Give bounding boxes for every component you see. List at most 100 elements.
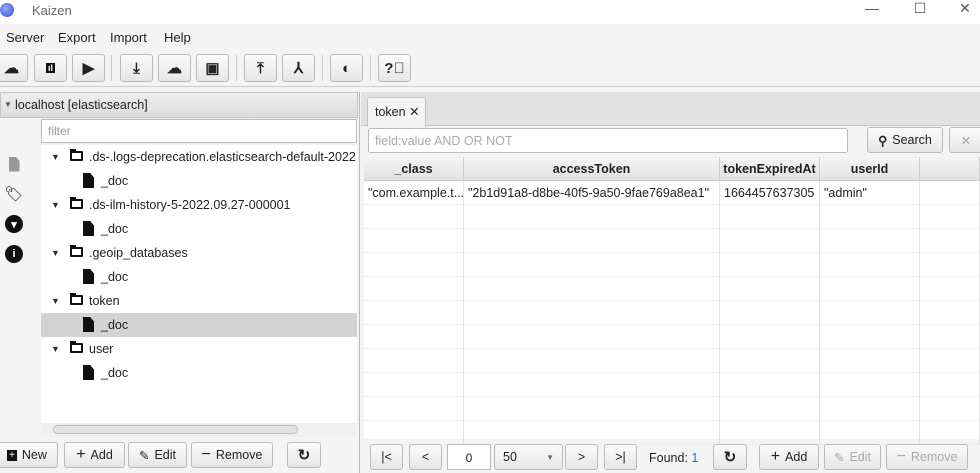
empty-table-row[interactable] bbox=[364, 301, 980, 325]
document-icon[interactable] bbox=[4, 154, 24, 174]
tree-item-index[interactable]: ▼ .ds-ilm-history-5-2022.09.27-000001 bbox=[41, 193, 357, 217]
run-button[interactable]: ▶ bbox=[72, 54, 105, 82]
table-cell bbox=[720, 397, 820, 421]
empty-table-row[interactable] bbox=[364, 205, 980, 229]
empty-table-row[interactable] bbox=[364, 253, 980, 277]
plus-icon: + bbox=[76, 446, 86, 463]
close-tab-icon[interactable]: ✕ bbox=[409, 105, 419, 119]
help-button[interactable]: ?⃝ bbox=[378, 54, 411, 82]
close-window-button[interactable]: ✕ bbox=[945, 0, 980, 20]
folder-icon bbox=[70, 149, 83, 161]
column-header[interactable]: tokenExpiredAt bbox=[720, 157, 820, 181]
remove-document-button[interactable]: − Remove bbox=[886, 444, 968, 470]
edit-document-button[interactable]: ✎ Edit bbox=[824, 444, 881, 470]
tag-icon[interactable]: 🏷 bbox=[4, 184, 24, 204]
tree-item-doc[interactable]: _doc bbox=[41, 265, 357, 289]
empty-table-row[interactable] bbox=[364, 277, 980, 301]
prev-page-button[interactable]: < bbox=[409, 444, 442, 470]
refresh-icon: ↻ bbox=[297, 447, 311, 464]
page-input[interactable]: 0 bbox=[447, 444, 491, 470]
column-header[interactable]: userId bbox=[820, 157, 920, 181]
table-cell bbox=[920, 205, 980, 229]
dropdown-icon[interactable]: ▾ bbox=[4, 214, 24, 234]
tab-strip: token ✕ bbox=[361, 92, 980, 127]
next-page-button[interactable]: > bbox=[565, 444, 598, 470]
empty-table-row[interactable] bbox=[364, 397, 980, 421]
info-icon[interactable]: i bbox=[4, 244, 24, 264]
table-cell bbox=[920, 397, 980, 421]
scrollbar-thumb[interactable] bbox=[53, 425, 298, 434]
tree-item-index[interactable]: ▼ .ds-.logs-deprecation.elasticsearch-def… bbox=[41, 145, 357, 169]
document-icon bbox=[83, 317, 94, 332]
table-cell bbox=[464, 373, 720, 397]
folder-icon bbox=[70, 197, 83, 209]
chevron-right-icon: > bbox=[577, 450, 586, 464]
table-cell bbox=[364, 229, 464, 253]
pager: |< < 0 50 ▼ > >| Found: 1 ↻ + Add ✎ Edit − R… bbox=[361, 441, 980, 473]
new-button[interactable]: + New bbox=[0, 442, 58, 468]
tree-item-index[interactable]: ▼ token bbox=[41, 289, 357, 313]
first-page-button[interactable]: |< bbox=[370, 444, 403, 470]
menu-export[interactable]: Export bbox=[58, 30, 96, 45]
empty-table-row[interactable] bbox=[364, 349, 980, 373]
fork-button[interactable]: ⅄ bbox=[282, 54, 315, 82]
upload-button[interactable]: ⤒ bbox=[244, 54, 277, 82]
tree-item-index[interactable]: ▼ .geoip_databases bbox=[41, 241, 357, 265]
edit-button[interactable]: ✎ Edit bbox=[128, 442, 187, 468]
query-input[interactable] bbox=[368, 128, 848, 153]
pencil-icon: ✎ bbox=[138, 448, 150, 463]
table-cell bbox=[464, 229, 720, 253]
add-button[interactable]: + Add bbox=[64, 442, 125, 468]
table-cell bbox=[464, 253, 720, 277]
connect-button[interactable]: ☁ bbox=[0, 54, 28, 82]
cloud-upload-button[interactable]: ☁ bbox=[158, 54, 191, 82]
refresh-results-button[interactable]: ↻ bbox=[713, 444, 747, 470]
remove-button[interactable]: − Remove bbox=[191, 442, 273, 468]
table-cell bbox=[720, 301, 820, 325]
help-icon: ?⃝ bbox=[384, 59, 405, 77]
tree-item-index[interactable]: ▼ user bbox=[41, 337, 357, 361]
plus-icon: + bbox=[770, 448, 781, 465]
table-cell bbox=[364, 373, 464, 397]
tree-item-doc[interactable]: _doc bbox=[41, 169, 357, 193]
table-row[interactable]: "com.example.t... "2b1d91a8-d8be-40f5-9a5… bbox=[364, 181, 980, 205]
search-button[interactable]: ⚲ Search bbox=[867, 127, 943, 153]
page-size-select[interactable]: 50 ▼ bbox=[494, 444, 563, 470]
theme-icon: ◐ bbox=[341, 59, 352, 77]
server-header[interactable]: localhost [elasticsearch] bbox=[0, 92, 358, 118]
add-document-button[interactable]: + Add bbox=[759, 444, 819, 470]
empty-table-row[interactable] bbox=[364, 373, 980, 397]
filter-input[interactable] bbox=[41, 119, 357, 143]
last-page-button[interactable]: >| bbox=[604, 444, 637, 470]
clear-search-button[interactable]: ✕ bbox=[949, 127, 980, 153]
download-button[interactable]: ⤓ bbox=[120, 54, 153, 82]
minimize-button[interactable]: — bbox=[852, 0, 892, 20]
tree-item-doc-selected[interactable]: _doc bbox=[41, 313, 357, 337]
document-icon bbox=[83, 221, 94, 236]
tab-token[interactable]: token ✕ bbox=[367, 97, 426, 127]
tree-item-doc[interactable]: _doc bbox=[41, 217, 357, 241]
menu-help[interactable]: Help bbox=[164, 30, 191, 45]
app-logo bbox=[0, 3, 14, 17]
column-header[interactable]: accessToken bbox=[464, 157, 720, 181]
minus-icon: − bbox=[896, 448, 906, 465]
table-cell bbox=[364, 205, 464, 229]
save-button[interactable]: ▣ bbox=[196, 54, 229, 82]
empty-table-row[interactable] bbox=[364, 229, 980, 253]
menu-import[interactable]: Import bbox=[110, 30, 147, 45]
table-cell bbox=[364, 325, 464, 349]
column-header[interactable]: _class bbox=[364, 157, 464, 181]
empty-table-row[interactable] bbox=[364, 325, 980, 349]
table-cell bbox=[364, 277, 464, 301]
tree-item-doc[interactable]: _doc bbox=[41, 361, 357, 385]
tree-horizontal-scrollbar[interactable] bbox=[41, 423, 357, 437]
table-cell bbox=[464, 397, 720, 421]
menu-server[interactable]: Server bbox=[6, 30, 44, 45]
refresh-button[interactable]: ↻ bbox=[287, 442, 321, 468]
theme-button[interactable]: ◐ bbox=[330, 54, 363, 82]
maximize-button[interactable]: ☐ bbox=[900, 0, 940, 20]
table-cell bbox=[920, 349, 980, 373]
table-cell bbox=[720, 253, 820, 277]
table-cell bbox=[364, 301, 464, 325]
stats-button[interactable]: ıl bbox=[34, 54, 67, 82]
